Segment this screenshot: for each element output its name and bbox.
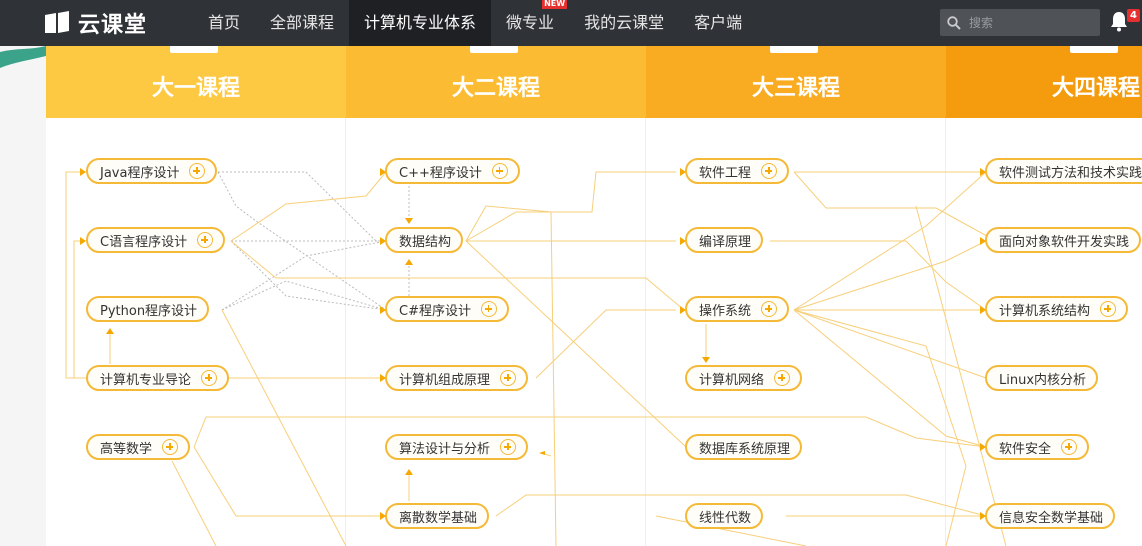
course-name: Python程序设计	[100, 303, 198, 319]
course-name: 计算机系统结构	[999, 303, 1091, 319]
search-icon[interactable]	[947, 15, 961, 30]
course-node-oo-development[interactable]: 面向对象软件开发实践	[985, 227, 1142, 253]
course-node-data-structures[interactable]: 数据结构	[385, 227, 464, 253]
course-node-java[interactable]: Java程序设计	[86, 158, 218, 184]
course-name: 数据结构	[399, 234, 452, 250]
course-node-c[interactable]: C语言程序设计	[86, 227, 226, 253]
main-nav: 首页 全部课程 计算机专业体系 微专业 NEW 我的云课堂 客户端	[193, 0, 757, 46]
course-name: C++程序设计	[399, 165, 482, 181]
add-circle-icon[interactable]	[500, 370, 517, 386]
course-name: 计算机网络	[699, 372, 765, 388]
nav-all-courses[interactable]: 全部课程	[255, 0, 349, 46]
nav-micro-major-label: 微专业	[506, 13, 555, 32]
course-name: Linux内核分析	[999, 372, 1087, 388]
course-node-operating-systems[interactable]: 操作系统	[685, 296, 790, 322]
add-circle-icon[interactable]	[1100, 301, 1117, 317]
course-node-software-security[interactable]: 软件安全	[985, 434, 1090, 460]
course-node-cpp[interactable]: C++程序设计	[385, 158, 520, 184]
nav-all-courses-label: 全部课程	[270, 13, 335, 32]
course-node-discrete-math[interactable]: 离散数学基础	[385, 503, 490, 529]
course-node-infosec-math[interactable]: 信息安全数学基础	[985, 503, 1116, 529]
course-node-python[interactable]: Python程序设计	[86, 296, 210, 322]
add-circle-icon[interactable]	[201, 370, 218, 386]
add-circle-icon[interactable]	[774, 370, 791, 386]
nav-micro-major[interactable]: 微专业 NEW	[491, 0, 569, 46]
search-input[interactable]	[967, 14, 1091, 31]
course-name: 编译原理	[699, 234, 752, 250]
add-circle-icon[interactable]	[500, 439, 517, 455]
course-name: 操作系统	[699, 303, 752, 319]
course-node-computer-organization[interactable]: 计算机组成原理	[385, 365, 529, 391]
course-node-networks[interactable]: 计算机网络	[685, 365, 803, 391]
add-circle-icon[interactable]	[761, 301, 778, 317]
course-node-linear-algebra[interactable]: 线性代数	[685, 503, 764, 529]
nav-home-label: 首页	[208, 13, 241, 32]
bell-icon[interactable]	[1110, 10, 1128, 32]
add-circle-icon[interactable]	[1061, 439, 1078, 455]
course-name: 计算机组成原理	[399, 372, 491, 388]
logo-text: 云课堂	[78, 13, 148, 38]
course-name: C#程序设计	[399, 303, 471, 319]
add-circle-icon[interactable]	[197, 232, 214, 248]
course-name: Java程序设计	[100, 165, 180, 181]
course-name: 软件工程	[699, 165, 752, 181]
course-node-computer-architecture[interactable]: 计算机系统结构	[985, 296, 1129, 322]
add-circle-icon[interactable]	[761, 163, 778, 179]
background-swoosh	[0, 46, 46, 68]
nav-cs-system-label: 计算机专业体系	[364, 13, 477, 32]
notification-count-badge: 4	[1127, 9, 1140, 22]
course-node-databases[interactable]: 数据库系统原理	[685, 434, 803, 460]
course-name: 面向对象软件开发实践	[999, 234, 1130, 250]
add-circle-icon[interactable]	[480, 301, 497, 317]
course-node-linux-kernel[interactable]: Linux内核分析	[985, 365, 1099, 391]
nav-client[interactable]: 客户端	[679, 0, 757, 46]
course-name: 软件安全	[999, 441, 1052, 457]
course-name: 离散数学基础	[399, 510, 478, 526]
book-logo-icon	[45, 11, 69, 33]
nav-my-classroom-label: 我的云课堂	[584, 13, 665, 32]
prerequisite-lines	[65, 168, 1007, 546]
course-node-software-engineering[interactable]: 软件工程	[685, 158, 790, 184]
nav-cs-system[interactable]: 计算机专业体系	[349, 0, 492, 46]
course-name: 数据库系统原理	[699, 441, 791, 457]
course-node-compilers[interactable]: 编译原理	[685, 227, 764, 253]
course-name: 算法设计与分析	[399, 441, 491, 457]
add-circle-icon[interactable]	[189, 163, 206, 179]
add-circle-icon[interactable]	[491, 163, 508, 179]
course-name: 线性代数	[699, 510, 752, 526]
course-name: C语言程序设计	[100, 234, 188, 250]
course-name: 软件测试方法和技术实践	[999, 165, 1142, 181]
new-badge: NEW	[542, 0, 568, 9]
add-circle-icon[interactable]	[162, 439, 179, 455]
course-node-software-testing[interactable]: 软件测试方法和技术实践	[985, 158, 1142, 184]
course-map-panel: 大一课程 大二课程 大三课程 大四课程 Java程序设计 C语言程序设计 Pyt…	[46, 46, 1142, 546]
nav-my-classroom[interactable]: 我的云课堂	[569, 0, 679, 46]
course-name: 高等数学	[100, 441, 153, 457]
course-node-algorithms[interactable]: 算法设计与分析	[385, 434, 529, 460]
course-node-csharp[interactable]: C#程序设计	[385, 296, 509, 322]
course-node-calculus[interactable]: 高等数学	[86, 434, 191, 460]
course-node-cs-intro[interactable]: 计算机专业导论	[86, 365, 230, 391]
nav-home[interactable]: 首页	[193, 0, 255, 46]
search-box	[940, 9, 1100, 36]
nav-client-label: 客户端	[694, 13, 743, 32]
course-name: 信息安全数学基础	[999, 510, 1104, 526]
top-navigation-bar: 云课堂 首页 全部课程 计算机专业体系 微专业 NEW 我的云课堂 客户端 4	[0, 0, 1142, 46]
course-name: 计算机专业导论	[100, 372, 192, 388]
logo[interactable]: 云课堂	[44, 10, 148, 38]
